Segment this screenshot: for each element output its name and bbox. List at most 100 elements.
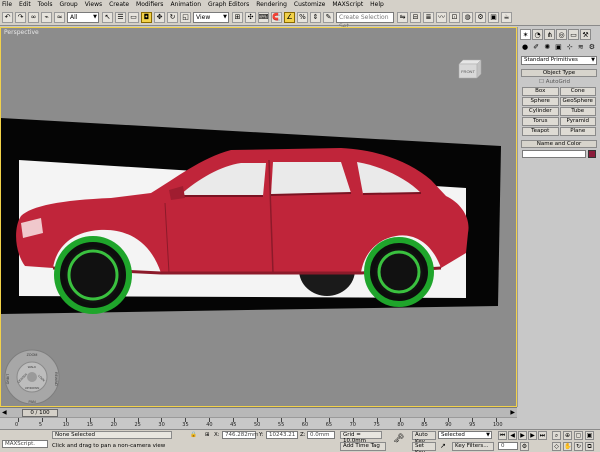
menu-create[interactable]: Create: [109, 0, 129, 9]
schematic-view-icon[interactable]: ⊡: [449, 11, 460, 23]
orbit-icon[interactable]: ↻: [574, 442, 583, 451]
time-slider-prev-icon[interactable]: ◀: [2, 409, 7, 416]
key-icon[interactable]: 🗝: [393, 435, 404, 444]
unlink-icon[interactable]: ⌁: [41, 11, 52, 23]
cylinder-button[interactable]: Cylinder: [522, 107, 559, 116]
systems-icon[interactable]: ⚙: [587, 42, 597, 52]
geometry-icon[interactable]: ●: [520, 42, 530, 52]
plane-button[interactable]: Plane: [559, 127, 596, 136]
key-mode-dropdown[interactable]: Selected ▼: [438, 431, 492, 439]
current-frame-field[interactable]: 0: [498, 442, 518, 450]
select-object-icon[interactable]: ↖: [102, 11, 113, 23]
maximize-viewport-icon[interactable]: ⧉: [585, 442, 594, 451]
absolute-mode-icon[interactable]: ⊞: [205, 431, 210, 439]
x-coordinate-field[interactable]: 746.282mm: [222, 431, 258, 439]
pyramid-button[interactable]: Pyramid: [559, 117, 596, 126]
rect-selection-icon[interactable]: ▭: [128, 11, 139, 23]
next-frame-icon[interactable]: ▶: [528, 431, 537, 440]
helpers-icon[interactable]: ⊹: [565, 42, 575, 52]
torus-button[interactable]: Torus: [522, 117, 559, 126]
align-icon[interactable]: ⊟: [410, 11, 421, 23]
teapot-button[interactable]: Teapot: [522, 127, 559, 136]
menu-rendering[interactable]: Rendering: [256, 0, 287, 9]
utilities-tab-icon[interactable]: ⚒: [580, 29, 591, 40]
keyboard-shortcut-icon[interactable]: ⌨: [258, 11, 269, 23]
box-button[interactable]: Box: [522, 87, 559, 96]
prev-frame-icon[interactable]: ◀: [508, 431, 517, 440]
render-teapot-icon[interactable]: ☕: [501, 11, 512, 23]
hierarchy-tab-icon[interactable]: ⋔: [544, 29, 555, 40]
shapes-icon[interactable]: ✐: [531, 42, 541, 52]
autogrid-checkbox[interactable]: ☐ AutoGrid: [521, 77, 597, 87]
render-setup-icon[interactable]: ⚙: [475, 11, 486, 23]
pan-icon[interactable]: ✋: [563, 442, 572, 451]
lock-selection-icon[interactable]: 🔒: [190, 431, 197, 439]
material-editor-icon[interactable]: ◍: [462, 11, 473, 23]
menu-maxscript[interactable]: MAXScript: [332, 0, 363, 9]
menu-edit[interactable]: Edit: [19, 0, 31, 9]
menu-tools[interactable]: Tools: [38, 0, 53, 9]
window-crossing-icon[interactable]: ◘: [141, 11, 152, 23]
zoom-extents-icon[interactable]: ▢: [574, 431, 583, 440]
track-bar[interactable]: 0 5 10 15 20 25 30 35 40 45 50 55 60 65 70 75 80 85 90 95 10…: [0, 417, 517, 429]
redo-icon[interactable]: ↷: [15, 11, 26, 23]
render-frame-icon[interactable]: ▣: [488, 11, 499, 23]
link-icon[interactable]: ∞: [28, 11, 39, 23]
motion-tab-icon[interactable]: ◎: [556, 29, 567, 40]
menu-file[interactable]: File: [2, 0, 12, 9]
edit-named-sel-icon[interactable]: ✎: [323, 11, 334, 23]
undo-icon[interactable]: ↶: [2, 11, 13, 23]
menu-graph-editors[interactable]: Graph Editors: [208, 0, 249, 9]
time-slider-thumb[interactable]: 0 / 100: [22, 409, 58, 417]
menu-animation[interactable]: Animation: [170, 0, 201, 9]
pivot-center-icon[interactable]: ⊞: [232, 11, 243, 23]
viewport-label[interactable]: Perspective: [4, 29, 39, 36]
lights-icon[interactable]: ✺: [542, 42, 552, 52]
steering-wheel-nav[interactable]: ZOOM ORBIT REWIND PAN CENTER LOOK WALK U…: [3, 348, 61, 406]
named-selection-set-field[interactable]: Create Selection Set: [336, 11, 394, 30]
selection-filter-dropdown[interactable]: All ▼: [67, 11, 99, 23]
goto-start-icon[interactable]: ⏮: [498, 431, 507, 440]
menu-customize[interactable]: Customize: [294, 0, 326, 9]
menu-modifiers[interactable]: Modifiers: [136, 0, 163, 9]
maxscript-listener[interactable]: MAXScript.: [2, 440, 48, 448]
angle-snap-icon[interactable]: ∠: [284, 11, 295, 23]
auto-key-button[interactable]: Auto Key: [412, 431, 436, 445]
menu-views[interactable]: Views: [85, 0, 102, 9]
ref-coord-dropdown[interactable]: View ▼: [193, 11, 229, 23]
viewcube[interactable]: FRONT: [457, 58, 483, 80]
move-icon[interactable]: ✥: [154, 11, 165, 23]
curve-editor-icon[interactable]: 〰: [436, 11, 447, 23]
object-name-field[interactable]: [522, 150, 586, 158]
play-icon[interactable]: ▶: [518, 431, 527, 440]
spinner-snap-icon[interactable]: ⇕: [310, 11, 321, 23]
tube-button[interactable]: Tube: [559, 107, 596, 116]
fov-icon[interactable]: ◇: [552, 442, 561, 451]
add-time-tag-button[interactable]: Add Time Tag: [340, 442, 386, 451]
object-type-header[interactable]: Object Type: [521, 69, 597, 77]
cone-button[interactable]: Cone: [559, 87, 596, 96]
zoom-extents-all-icon[interactable]: ▣: [585, 431, 594, 440]
z-coordinate-field[interactable]: 0.0mm: [307, 431, 335, 439]
menu-group[interactable]: Group: [59, 0, 77, 9]
scale-icon[interactable]: ◱: [180, 11, 191, 23]
snap-toggle-icon[interactable]: 🧲: [271, 11, 282, 23]
name-color-header[interactable]: Name and Color: [521, 140, 597, 148]
set-key-button[interactable]: Set Key: [412, 442, 436, 452]
y-coordinate-field[interactable]: 10243.21: [266, 431, 298, 439]
modify-tab-icon[interactable]: ◔: [532, 29, 543, 40]
geometry-category-dropdown[interactable]: Standard Primitives ▼: [521, 56, 597, 65]
zoom-icon[interactable]: ⌕: [552, 431, 561, 440]
rotate-icon[interactable]: ↻: [167, 11, 178, 23]
time-slider-next-icon[interactable]: ▶: [510, 409, 515, 416]
create-tab-icon[interactable]: ✶: [520, 29, 531, 40]
time-slider[interactable]: ◀ 0 / 100 ▶: [0, 407, 517, 417]
space-warps-icon[interactable]: ≋: [576, 42, 586, 52]
goto-end-icon[interactable]: ⏭: [538, 431, 547, 440]
select-manipulate-icon[interactable]: ✣: [245, 11, 256, 23]
default-tangent-icon[interactable]: ↗: [440, 442, 446, 450]
menu-help[interactable]: Help: [370, 0, 384, 9]
perspective-viewport[interactable]: Perspective FRONT ZOOM ORBIT REWIND PAN …: [0, 27, 517, 407]
bind-space-warp-icon[interactable]: ≈: [54, 11, 65, 23]
select-by-name-icon[interactable]: ☰: [115, 11, 126, 23]
